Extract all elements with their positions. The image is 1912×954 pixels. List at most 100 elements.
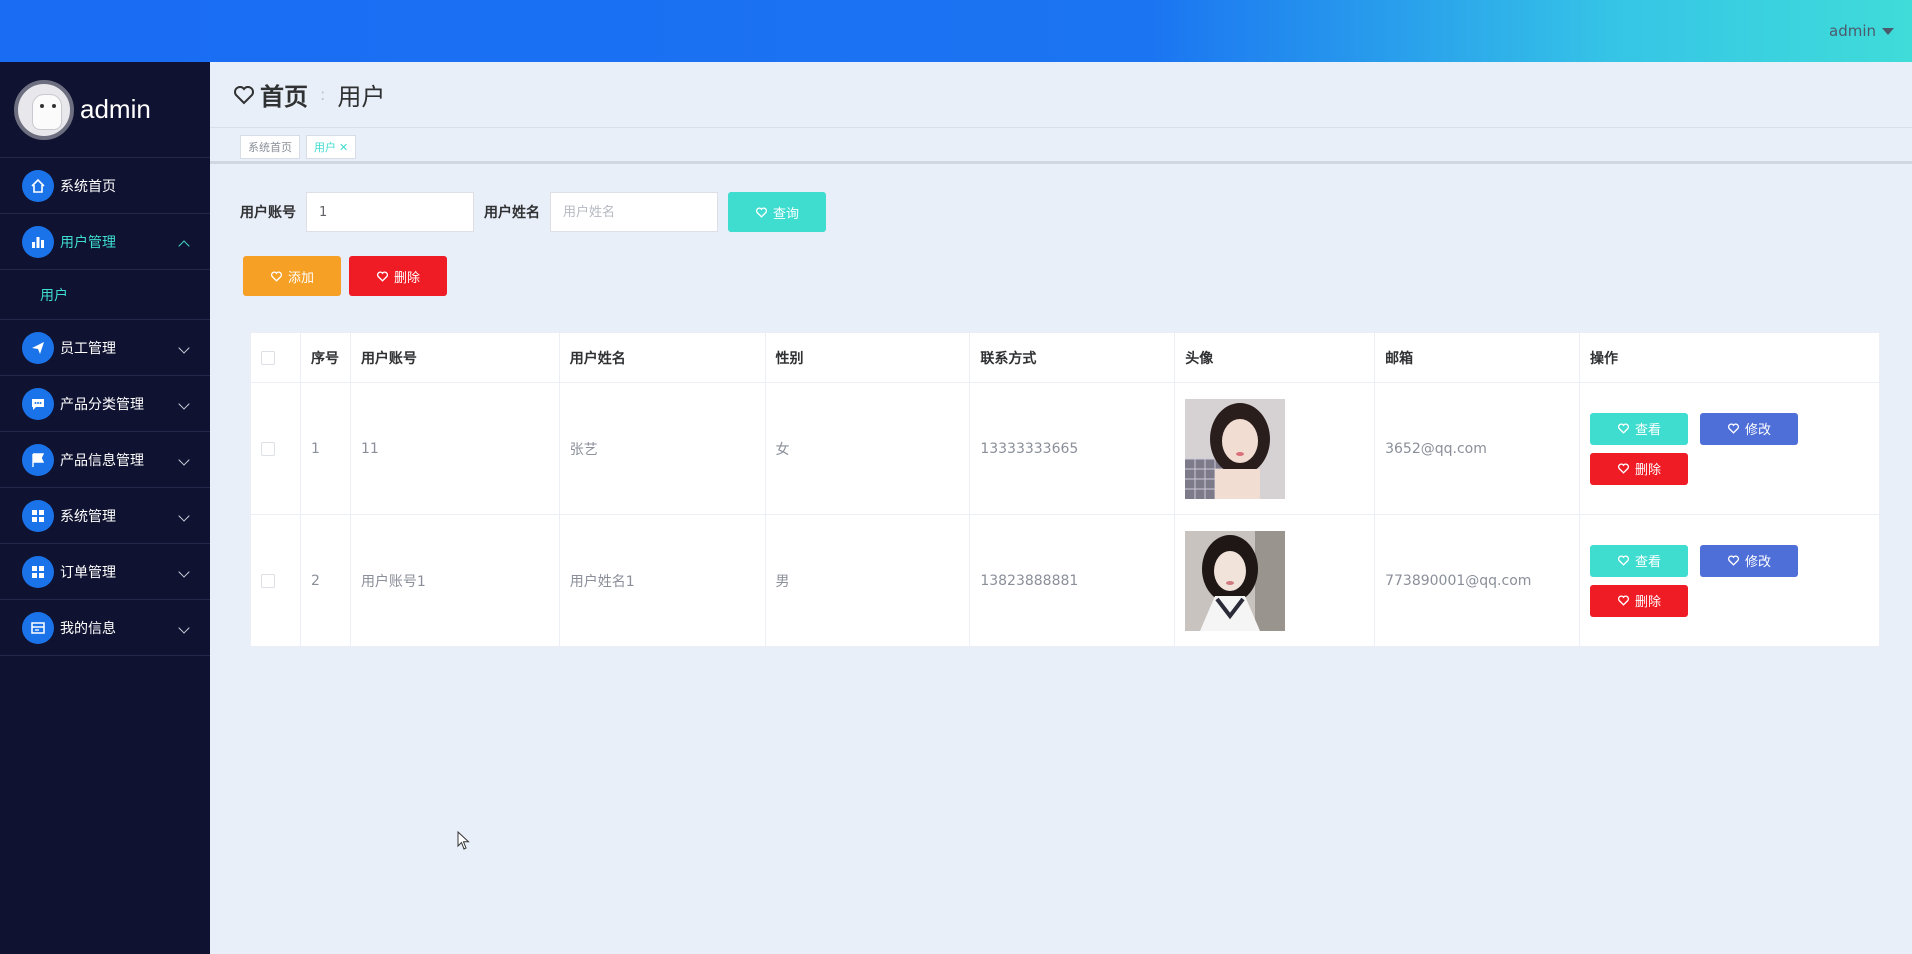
sidebar-item-home[interactable]: 系统首页 [0,158,210,214]
row-checkbox[interactable] [261,441,275,456]
row-delete-button-label: 删除 [1635,463,1662,478]
heart-icon [1728,555,1740,566]
row-delete-button[interactable]: 删除 [1590,584,1689,617]
account-label: 用户账号 [240,205,296,221]
sidebar-item-staff-management[interactable]: 员工管理 [0,320,210,376]
sidebar-subitem-user[interactable]: 用户 [0,270,210,320]
column-header: 用户姓名 [558,332,766,383]
sidebar-item-label: 订单管理 [60,564,116,581]
tags-bar: 系统首页 用户 ✕ [210,128,1912,164]
query-button[interactable]: 查询 [728,192,826,232]
breadcrumb-home[interactable]: 首页 [232,77,308,112]
cell-phone: 13823888881 [969,514,1176,647]
card-icon [22,611,54,644]
tag-label: 系统首页 [248,141,292,154]
chevron-down-icon [178,454,190,466]
cell-email: 773890001@qq.com [1374,514,1581,647]
cell-account: 用户账号1 [349,514,560,647]
column-header: 头像 [1174,332,1376,383]
heart-icon [234,85,254,104]
cell-index: 2 [299,514,351,647]
cell-actions: 查看 修改 删除 [1579,382,1880,515]
name-input[interactable] [550,192,718,232]
edit-button[interactable]: 修改 [1700,412,1799,445]
chevron-up-icon [178,240,190,252]
cell-actions: 查看 修改 删除 [1579,514,1880,647]
heart-icon [1618,463,1630,474]
chevron-down-icon [178,342,190,354]
view-button-label: 查看 [1635,555,1662,570]
grid-icon [22,499,54,532]
sidebar-item-order-management[interactable]: 订单管理 [0,544,210,600]
edit-button-label: 修改 [1745,555,1772,570]
view-button-label: 查看 [1635,423,1662,438]
heart-icon [1618,595,1630,606]
profile-name: admin [80,94,151,124]
cell-index: 1 [299,382,351,515]
chevron-down-icon [178,622,190,634]
breadcrumb-current: 用户 [337,83,386,111]
cell-name: 张艺 [558,382,766,515]
account-input[interactable] [306,192,474,232]
sidebar-item-product-info[interactable]: 产品信息管理 [0,432,210,488]
paper-plane-icon [22,331,54,364]
delete-button-label: 删除 [393,270,420,286]
column-header: 序号 [299,332,351,383]
column-header: 操作 [1579,332,1880,383]
cell-avatar [1174,514,1376,647]
edit-button-label: 修改 [1745,423,1772,438]
cell-gender: 男 [764,514,971,647]
grid-icon [22,555,54,588]
chevron-down-icon [178,510,190,522]
breadcrumb: 首页 : 用户 [210,62,1912,128]
caret-down-icon [1882,27,1894,35]
breadcrumb-home-label: 首页 [260,83,308,111]
delete-button[interactable]: 删除 [349,256,447,296]
tag-home[interactable]: 系统首页 [240,135,300,159]
heart-icon [270,271,282,282]
table-row: 1 11 张艺 女 13333333665 3652@qq.com 查看 修改 … [250,382,1880,515]
row-delete-button[interactable]: 删除 [1590,452,1689,485]
sidebar: admin 系统首页 用户管理 用户 员工管理 产品分类管理 产品信息管理 系统… [0,62,210,954]
row-checkbox[interactable] [261,573,275,588]
column-header: 性别 [764,332,971,383]
add-button[interactable]: 添加 [243,256,341,296]
sidebar-item-system-management[interactable]: 系统管理 [0,488,210,544]
sidebar-item-label: 系统首页 [60,178,116,195]
chat-icon [22,387,54,420]
sidebar-item-my-info[interactable]: 我的信息 [0,600,210,656]
main-content: 首页 : 用户 系统首页 用户 ✕ 用户账号 用户姓名 查询 添加 删除 [210,62,1912,954]
sidebar-profile: admin [0,62,210,158]
breadcrumb-separator: : [320,85,326,104]
cell-phone: 13333333665 [969,382,1176,515]
add-button-label: 添加 [287,270,314,286]
toolbar: 添加 删除 [243,256,447,296]
close-icon[interactable]: ✕ [339,141,348,154]
cell-gender: 女 [764,382,971,515]
view-button[interactable]: 查看 [1590,544,1689,577]
sidebar-item-label: 系统管理 [60,508,116,525]
user-menu[interactable]: admin [1829,22,1894,40]
heart-icon [1728,423,1740,434]
chevron-down-icon [178,566,190,578]
select-all-checkbox[interactable] [261,350,275,365]
cell-account: 11 [349,382,560,515]
heart-icon [1618,555,1630,566]
cell-avatar [1174,382,1376,515]
heart-icon [1618,423,1630,434]
heart-icon [755,207,767,218]
sidebar-item-label: 用户管理 [60,234,116,251]
sidebar-item-product-category[interactable]: 产品分类管理 [0,376,210,432]
chevron-down-icon [178,398,190,410]
avatar [14,79,74,140]
column-header: 邮箱 [1374,332,1581,383]
user-photo [1185,398,1286,499]
header-select[interactable] [250,332,301,383]
tag-user[interactable]: 用户 ✕ [306,135,357,159]
sidebar-item-label: 我的信息 [60,620,116,637]
sidebar-item-user-management[interactable]: 用户管理 [0,214,210,270]
query-button-label: 查询 [772,206,799,222]
tag-label: 用户 [314,141,336,154]
edit-button[interactable]: 修改 [1700,544,1799,577]
view-button[interactable]: 查看 [1590,412,1689,445]
